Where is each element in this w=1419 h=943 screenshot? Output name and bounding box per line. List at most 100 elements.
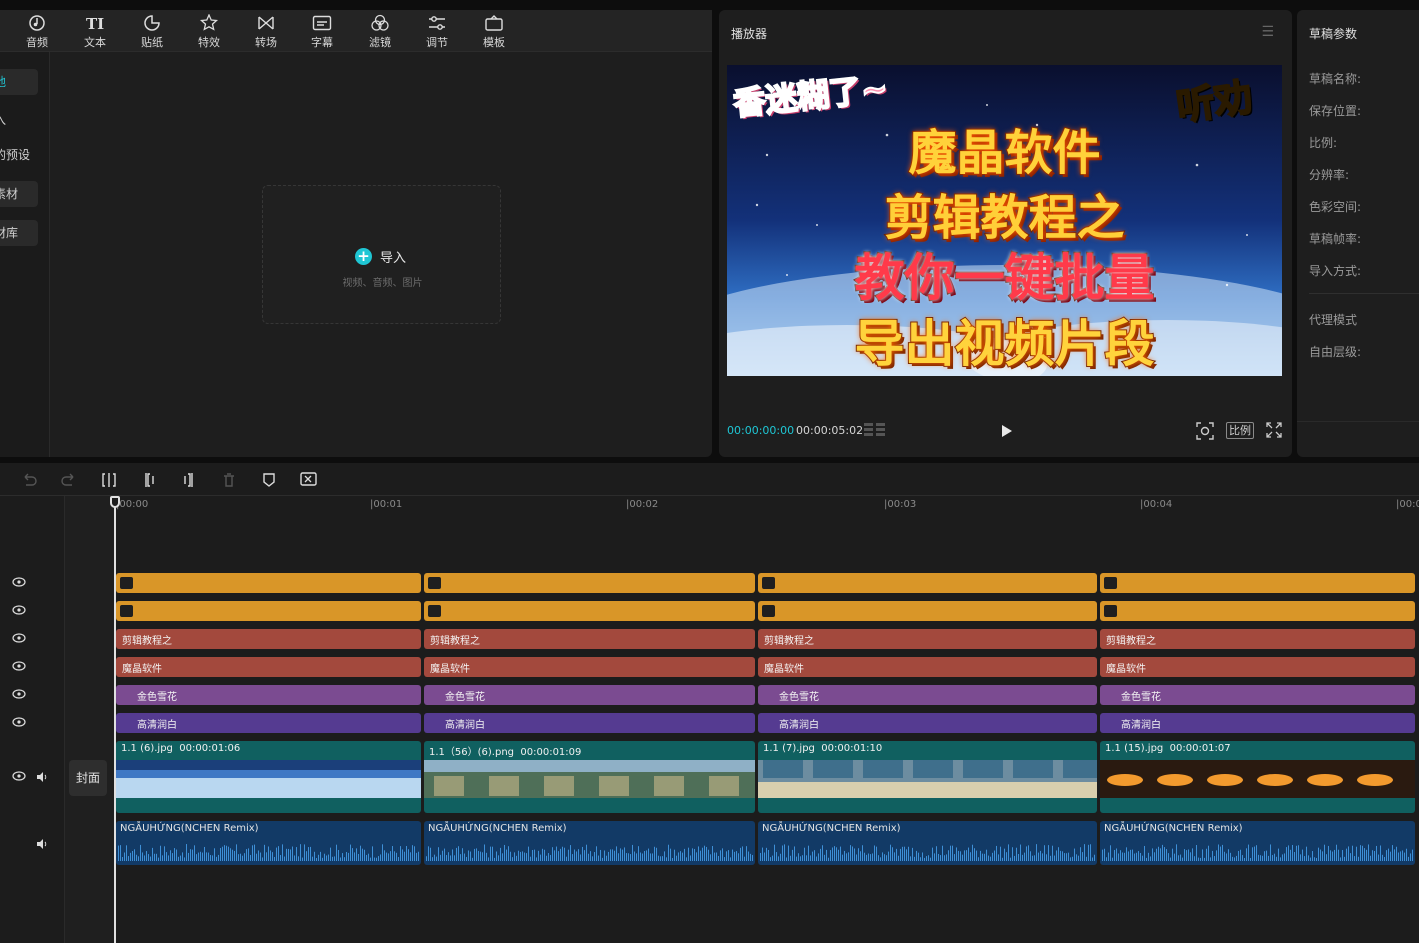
eye-icon[interactable] bbox=[12, 633, 26, 643]
eye-icon[interactable] bbox=[12, 771, 26, 781]
clip-duration: 00:00:01:10 bbox=[821, 743, 883, 754]
tick-label: |00:04 bbox=[1140, 499, 1173, 510]
prop-ratio: 比例: bbox=[1309, 136, 1338, 150]
clip-duration: 00:00:01:06 bbox=[179, 743, 241, 754]
marker-icon[interactable] bbox=[260, 471, 278, 489]
audio-clip[interactable]: NGẪUHỨNG(NCHEN Remix) bbox=[1100, 821, 1415, 865]
properties-panel: 草稿参数 草稿名称: 保存位置: 比例: 分辨率: 色彩空间: 草稿帧率: 导入… bbox=[1297, 10, 1419, 457]
clip-label: 1.1 (7).jpg 00:00:01:10 bbox=[763, 743, 882, 754]
effect-clip[interactable]: 金色雪花 bbox=[116, 685, 421, 705]
video-thumbnails bbox=[116, 760, 421, 798]
import-button[interactable]: + 导入 bbox=[355, 246, 406, 266]
undo-icon[interactable] bbox=[20, 471, 38, 489]
toolbar-sticker-label: 贴纸 bbox=[141, 36, 163, 49]
delete-icon[interactable] bbox=[220, 471, 238, 489]
effect-clip[interactable]: 金色雪花 bbox=[1100, 685, 1415, 705]
playhead-handle[interactable] bbox=[110, 496, 120, 508]
filter-clip[interactable]: 高清润白 bbox=[758, 713, 1097, 733]
text-clip[interactable]: 魔晶软件 bbox=[1100, 657, 1415, 677]
filter-clip[interactable]: 高清润白 bbox=[1100, 713, 1415, 733]
preview-line-3: 教你一键批量 bbox=[854, 248, 1156, 308]
properties-title: 草稿参数 bbox=[1309, 27, 1358, 41]
sidebar-item-presets[interactable]: 的预设 bbox=[0, 142, 38, 168]
clip-name: 1.1（56）(6).png bbox=[429, 747, 515, 758]
text-clip[interactable]: 剪辑教程之 bbox=[758, 629, 1097, 649]
text-clip[interactable]: 剪辑教程之 bbox=[424, 629, 755, 649]
import-dropzone[interactable]: + 导入 视频、音频、图片 bbox=[262, 185, 501, 324]
tick-label: |00:0 bbox=[1396, 499, 1419, 510]
fullscreen-icon[interactable] bbox=[1266, 422, 1282, 438]
sticker-clip[interactable] bbox=[1100, 573, 1415, 593]
toolbar-audio-label: 音频 bbox=[26, 36, 48, 49]
sidebar-item-local[interactable]: 地 bbox=[0, 69, 38, 95]
sticker-clip[interactable] bbox=[1100, 601, 1415, 621]
effect-clip[interactable]: 金色雪花 bbox=[758, 685, 1097, 705]
sidebar-item-assets[interactable]: 素材 bbox=[0, 181, 38, 207]
text-clip[interactable]: 剪辑教程之 bbox=[1100, 629, 1415, 649]
timecode-format-icon[interactable] bbox=[864, 422, 886, 438]
toolbar-subtitle[interactable]: 字幕 bbox=[297, 14, 347, 50]
eye-icon[interactable] bbox=[12, 661, 26, 671]
video-clip[interactable]: 1.1 (7).jpg 00:00:01:10 bbox=[758, 741, 1097, 813]
divider bbox=[1297, 421, 1419, 422]
video-thumbnails bbox=[1100, 760, 1415, 798]
auto-cut-icon[interactable] bbox=[300, 471, 318, 489]
audio-clip[interactable]: NGẪUHỨNG(NCHEN Remix) bbox=[758, 821, 1097, 865]
time-ruler[interactable]: |00:00 |00:01 |00:02 |00:03 |00:04 |00:0 bbox=[114, 496, 1419, 512]
clip-label: 1.1（56）(6).png 00:00:01:09 bbox=[429, 743, 581, 758]
sticker-clip[interactable] bbox=[758, 601, 1097, 621]
trim-right-icon[interactable] bbox=[180, 471, 198, 489]
toolbar-audio[interactable]: 音频 bbox=[12, 14, 62, 50]
cover-button[interactable]: 封面 bbox=[69, 760, 107, 796]
trim-left-icon[interactable] bbox=[140, 471, 158, 489]
toolbar-sticker[interactable]: 贴纸 bbox=[127, 14, 177, 50]
sticker-clip[interactable] bbox=[116, 573, 421, 593]
sticker-clip[interactable] bbox=[116, 601, 421, 621]
text-clip[interactable]: 魔晶软件 bbox=[758, 657, 1097, 677]
toolbar-effects[interactable]: 特效 bbox=[184, 14, 234, 50]
speaker-icon[interactable] bbox=[36, 838, 48, 850]
split-icon[interactable] bbox=[100, 471, 118, 489]
text-clip[interactable]: 魔晶软件 bbox=[424, 657, 755, 677]
sticker-clip[interactable] bbox=[424, 573, 755, 593]
video-preview[interactable]: 香迷糊了~ 听劝 魔晶软件 剪辑教程之 教你一键批量 导出视频片段 bbox=[727, 65, 1282, 376]
filter-clip[interactable]: 高清润白 bbox=[424, 713, 755, 733]
toolbar-transition[interactable]: 转场 bbox=[241, 14, 291, 50]
text-clip[interactable]: 剪辑教程之 bbox=[116, 629, 421, 649]
sticker-icon bbox=[144, 15, 160, 31]
filter-clip[interactable]: 高清润白 bbox=[116, 713, 421, 733]
sidebar-item-label: 地 bbox=[0, 69, 6, 95]
menu-icon[interactable]: ☰ bbox=[1261, 24, 1274, 40]
playhead[interactable] bbox=[114, 496, 116, 943]
eye-icon[interactable] bbox=[12, 605, 26, 615]
sticker-clip[interactable] bbox=[424, 601, 755, 621]
play-icon[interactable] bbox=[999, 424, 1013, 438]
audio-waveform bbox=[426, 844, 753, 861]
fit-view-icon[interactable] bbox=[1196, 422, 1214, 440]
sidebar-item-library[interactable]: 材库 bbox=[0, 220, 38, 246]
audio-clip[interactable]: NGẪUHỨNG(NCHEN Remix) bbox=[116, 821, 421, 865]
sticker-clip[interactable] bbox=[758, 573, 1097, 593]
track-header-video bbox=[0, 767, 60, 787]
eye-icon[interactable] bbox=[12, 577, 26, 587]
effect-clip[interactable]: 金色雪花 bbox=[424, 685, 755, 705]
audio-clip[interactable]: NGẪUHỨNG(NCHEN Remix) bbox=[424, 821, 755, 865]
clip-duration: 00:00:01:07 bbox=[1169, 743, 1231, 754]
eye-icon[interactable] bbox=[12, 689, 26, 699]
speaker-icon[interactable] bbox=[36, 771, 48, 783]
text-clip[interactable]: 魔晶软件 bbox=[116, 657, 421, 677]
toolbar-adjust[interactable]: 调节 bbox=[412, 14, 462, 50]
clip-label: 剪辑教程之 bbox=[1106, 636, 1156, 647]
ratio-button[interactable]: 比例 bbox=[1226, 422, 1254, 439]
svg-text:TI: TI bbox=[86, 15, 104, 32]
toolbar-text[interactable]: TI 文本 bbox=[70, 14, 120, 50]
video-clip[interactable]: 1.1 (6).jpg 00:00:01:06 bbox=[116, 741, 421, 813]
eye-icon[interactable] bbox=[12, 717, 26, 727]
video-clip[interactable]: 1.1（56）(6).png 00:00:01:09 bbox=[424, 741, 755, 813]
toolbar-template[interactable]: 模板 bbox=[469, 14, 519, 50]
toolbar-filter[interactable]: 滤镜 bbox=[355, 14, 405, 50]
sidebar-item-import[interactable]: 入 bbox=[0, 107, 38, 133]
video-clip[interactable]: 1.1 (15).jpg 00:00:01:07 bbox=[1100, 741, 1415, 813]
redo-icon[interactable] bbox=[60, 471, 78, 489]
clip-label: 金色雪花 bbox=[779, 692, 819, 703]
